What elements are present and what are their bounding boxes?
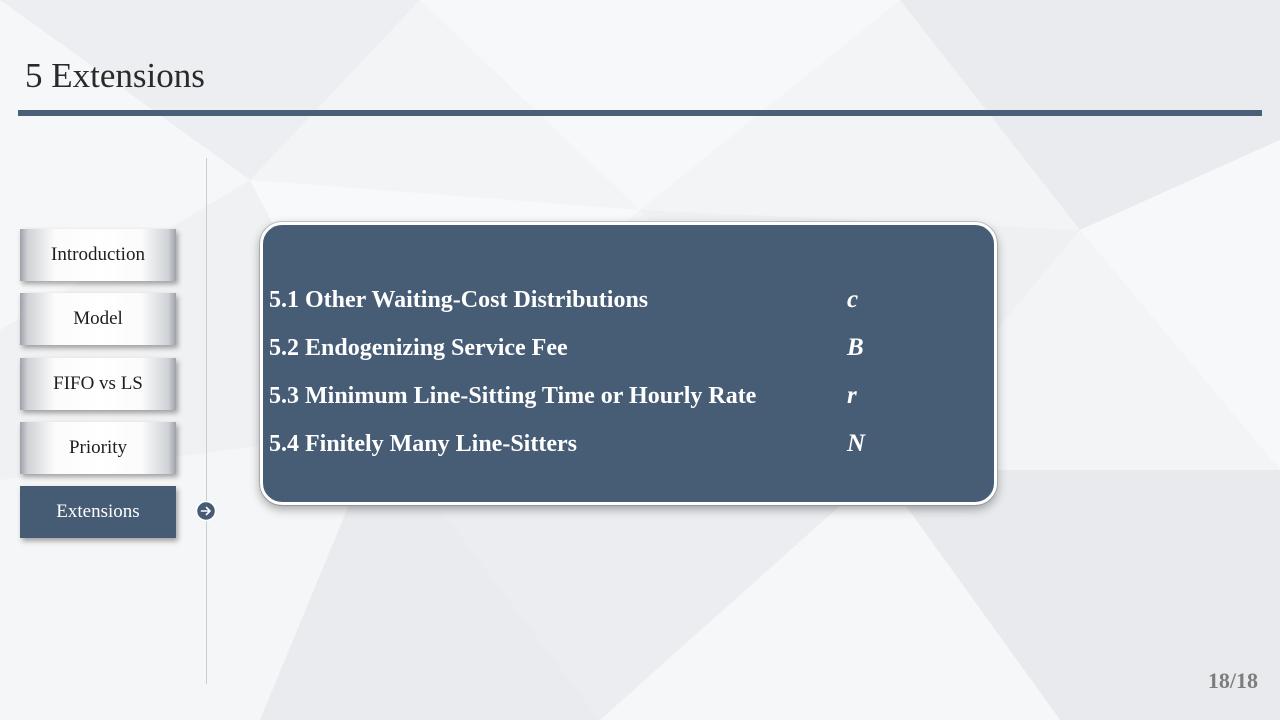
extension-variable: B <box>847 334 864 361</box>
nav-divider <box>206 158 207 684</box>
extension-row[interactable]: 5.4 Finitely Many Line-Sitters N <box>269 424 865 464</box>
title-divider <box>18 110 1262 116</box>
extension-title: 5.1 Other Waiting-Cost Distributions <box>269 286 649 313</box>
extension-title: 5.2 Endogenizing Service Fee <box>269 334 568 361</box>
extension-row[interactable]: 5.3 Minimum Line-Sitting Time or Hourly … <box>269 376 857 416</box>
extension-title: 5.4 Finitely Many Line-Sitters <box>269 430 577 457</box>
extension-title: 5.3 Minimum Line-Sitting Time or Hourly … <box>269 382 757 409</box>
slide-title: 5 Extensions <box>25 56 205 95</box>
extension-variable: N <box>847 430 866 457</box>
extension-row[interactable]: 5.1 Other Waiting-Cost Distributions c <box>269 280 858 320</box>
nav-item-priority[interactable]: Priority <box>20 422 176 474</box>
nav-item-model[interactable]: Model <box>20 293 176 345</box>
nav-item-introduction[interactable]: Introduction <box>20 229 176 281</box>
extension-variable: c <box>847 286 859 313</box>
page-number: 18/18 <box>1207 668 1258 693</box>
extension-variable: r <box>847 382 857 409</box>
nav-item-fifo-vs-ls[interactable]: FIFO vs LS <box>20 358 176 410</box>
extension-row[interactable]: 5.2 Endogenizing Service Fee B <box>269 328 864 368</box>
nav-item-extensions[interactable]: Extensions <box>20 486 176 538</box>
circled-arrow-right-icon <box>195 500 217 522</box>
extensions-panel: 5.1 Other Waiting-Cost Distributions c 5… <box>260 222 997 505</box>
